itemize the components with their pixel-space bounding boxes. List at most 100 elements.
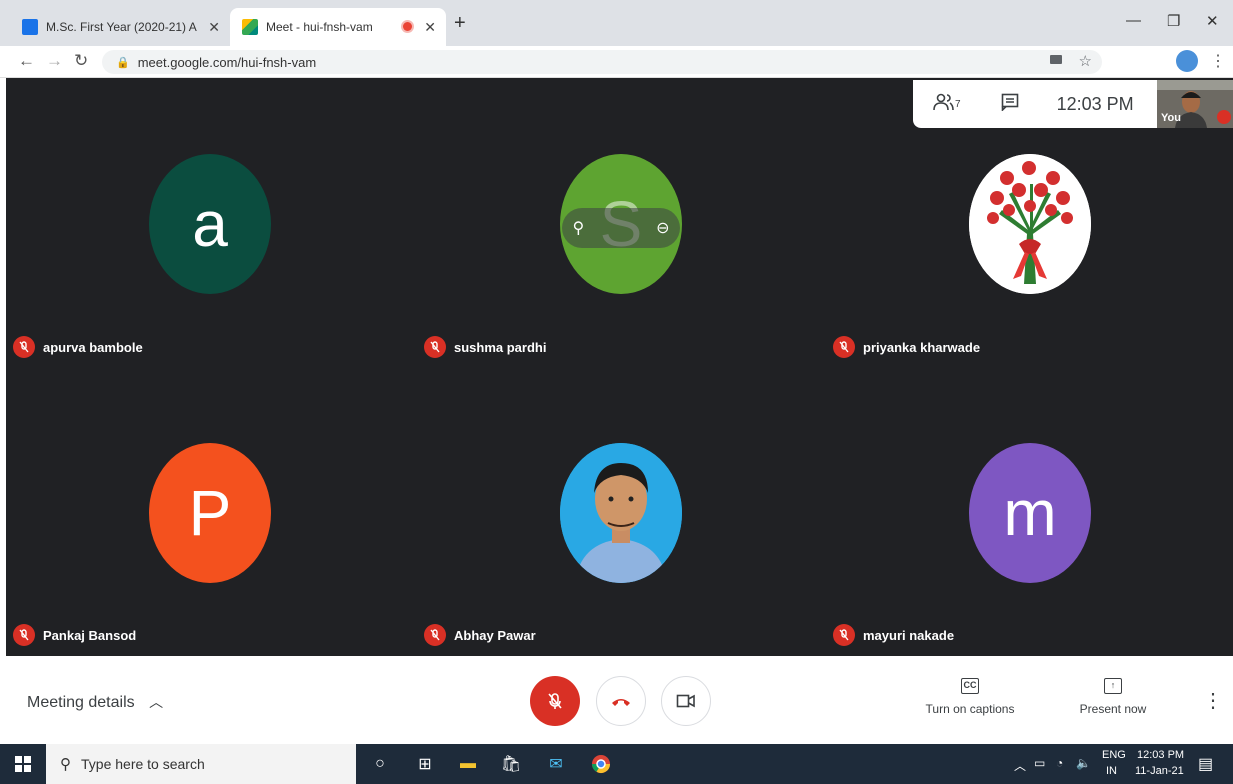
recording-dot-icon <box>403 22 412 31</box>
region-indicator: IN <box>1106 765 1117 777</box>
tray-chevron-icon[interactable]: ︿ <box>1014 757 1026 774</box>
self-label: You <box>1161 112 1181 124</box>
new-tab-icon[interactable]: + <box>454 12 466 35</box>
captions-label: Turn on captions <box>925 702 1015 716</box>
present-now-button[interactable]: ↑ Present now <box>1070 678 1156 716</box>
participants-icon[interactable] <box>933 93 955 116</box>
avatar-initial: P <box>188 477 232 549</box>
participant-name: Abhay Pawar <box>454 627 536 643</box>
windows-start-icon[interactable] <box>12 753 34 775</box>
language-indicator[interactable]: ENG <box>1102 749 1126 761</box>
mic-off-icon <box>424 336 446 358</box>
participant-name: sushma pardhi <box>454 339 547 355</box>
store-icon[interactable]: 🛍 <box>500 753 522 775</box>
windows-taskbar: ⚲ Type here to search ○ ⊞ ▬ 🛍 ✉ ︿ ▭ ◔ 🔈 … <box>0 744 1233 784</box>
captions-icon: CC <box>961 678 979 694</box>
lock-icon: 🔒 <box>116 56 130 69</box>
present-label: Present now <box>1079 702 1147 716</box>
participant-label: priyanka kharwade <box>833 336 980 358</box>
battery-icon[interactable]: ▭ <box>1034 756 1045 770</box>
address-bar: ← → ↻ 🔒 meet.google.com/hui-fnsh-vam ☆ ⋮ <box>0 46 1233 78</box>
mic-off-icon <box>424 624 446 646</box>
mic-toggle-button[interactable] <box>530 676 580 726</box>
browser-tab-bar: M.Sc. First Year (2020-21) A ✕ Meet - hu… <box>0 0 1233 46</box>
self-mic-off-icon <box>1217 110 1231 124</box>
meeting-controls-bar: Meeting details ︿ CC Turn on captions ↑ … <box>0 656 1233 740</box>
participant-label: Abhay Pawar <box>424 624 536 646</box>
taskbar-date: 11-Jan-21 <box>1135 765 1184 777</box>
search-icon: ⚲ <box>60 756 71 773</box>
self-view-tile: You <box>1157 80 1233 128</box>
file-explorer-icon[interactable]: ▬ <box>457 753 479 775</box>
video-camera-icon <box>676 694 695 708</box>
tab-meet[interactable]: Meet - hui-fnsh-vam ✕ <box>230 8 446 46</box>
participant-avatar: m <box>969 443 1091 583</box>
close-window-icon[interactable]: ✕ <box>1206 12 1219 30</box>
meeting-details-button[interactable]: Meeting details ︿ <box>27 692 163 712</box>
url-text: meet.google.com/hui-fnsh-vam <box>137 54 317 70</box>
participant-name: apurva bambole <box>43 339 143 355</box>
roses-bouquet-image <box>969 154 1091 294</box>
mic-off-icon <box>13 624 35 646</box>
chevron-up-icon: ︿ <box>149 694 164 710</box>
wifi-icon[interactable]: ◔ <box>1056 756 1063 770</box>
reload-icon[interactable]: ↻ <box>74 51 88 71</box>
task-view-icon[interactable]: ⊞ <box>414 753 436 775</box>
close-tab-icon[interactable]: ✕ <box>424 19 436 36</box>
remove-icon[interactable]: ⊖ <box>656 218 669 238</box>
tile-hover-controls: ⚲ ⊖ <box>562 208 680 248</box>
browser-menu-icon[interactable]: ⋮ <box>1210 51 1226 71</box>
tab-title: M.Sc. First Year (2020-21) A <box>46 20 197 34</box>
taskbar-time[interactable]: 12:03 PM <box>1137 749 1184 761</box>
minimize-icon[interactable]: — <box>1126 12 1141 29</box>
meet-favicon-icon <box>242 19 258 35</box>
meeting-info-panel: 7 12:03 PM <box>913 80 1157 128</box>
bookmark-star-icon[interactable]: ☆ <box>1079 52 1092 70</box>
camera-toggle-button[interactable] <box>661 676 711 726</box>
participant-name: Pankaj Bansod <box>43 627 137 643</box>
back-icon[interactable]: ← <box>18 51 35 71</box>
close-tab-icon[interactable]: ✕ <box>208 19 220 36</box>
participant-avatar: P <box>149 443 271 583</box>
meeting-clock: 12:03 PM <box>1056 93 1134 114</box>
leave-call-button[interactable] <box>596 676 646 726</box>
notifications-icon[interactable]: ▤ <box>1198 754 1213 774</box>
participant-label: mayuri nakade <box>833 624 954 646</box>
taskbar-search[interactable]: ⚲ Type here to search <box>46 744 356 784</box>
present-icon: ↑ <box>1104 678 1122 694</box>
tab-classroom[interactable]: M.Sc. First Year (2020-21) A ✕ <box>10 8 230 46</box>
pin-icon[interactable]: ⚲ <box>572 218 584 238</box>
volume-icon[interactable]: 🔈 <box>1076 756 1091 770</box>
participant-name: priyanka kharwade <box>863 339 981 355</box>
participant-label: sushma pardhi <box>424 336 546 358</box>
mail-icon[interactable]: ✉ <box>545 753 567 775</box>
search-placeholder: Type here to search <box>81 756 205 772</box>
mic-off-icon <box>833 336 855 358</box>
participant-photo <box>969 154 1091 294</box>
hang-up-icon <box>612 699 630 706</box>
meeting-details-label: Meeting details <box>27 694 135 711</box>
participant-name: mayuri nakade <box>863 627 955 643</box>
chrome-icon[interactable] <box>590 753 612 775</box>
profile-avatar-icon[interactable] <box>1176 50 1198 72</box>
participant-label: apurva bambole <box>13 336 143 358</box>
avatar-initial: m <box>1003 477 1057 549</box>
mic-off-icon <box>13 336 35 358</box>
participant-label: Pankaj Bansod <box>13 624 136 646</box>
mic-off-icon <box>833 624 855 646</box>
participant-avatar: a <box>149 154 271 294</box>
camera-indicator-icon[interactable] <box>1050 55 1062 64</box>
captions-button[interactable]: CC Turn on captions <box>920 678 1020 716</box>
participant-count: 7 <box>955 98 961 110</box>
restore-icon[interactable]: ❐ <box>1167 12 1180 30</box>
cortana-icon[interactable]: ○ <box>369 753 391 775</box>
avatar-initial: a <box>192 188 228 260</box>
participant-photo <box>560 443 682 583</box>
mic-off-icon <box>548 693 562 709</box>
forward-icon[interactable]: → <box>46 51 63 71</box>
more-options-icon[interactable]: ⋮ <box>1203 688 1223 713</box>
chat-icon[interactable] <box>1001 93 1019 116</box>
classroom-favicon-icon <box>22 19 38 35</box>
url-field[interactable]: 🔒 meet.google.com/hui-fnsh-vam ☆ <box>102 50 1102 74</box>
person-photo-image <box>560 443 682 583</box>
